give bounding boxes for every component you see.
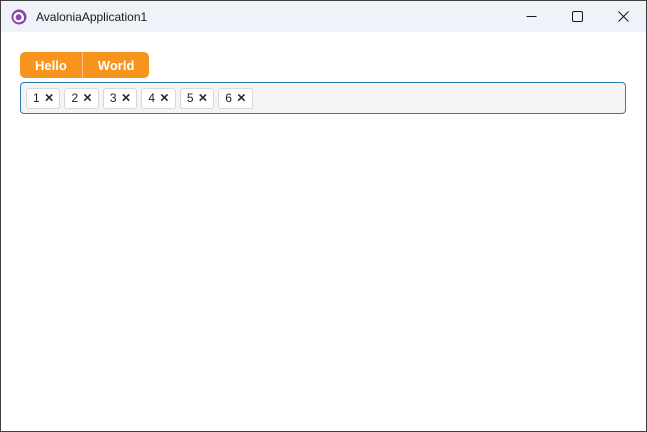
maximize-button[interactable] bbox=[554, 1, 600, 32]
chip[interactable]: 6 × bbox=[218, 87, 253, 109]
close-icon bbox=[617, 11, 629, 22]
window-content: Hello World 1 × 2 × 3 × 4 × 5 × 6 × bbox=[1, 32, 646, 114]
chip[interactable]: 3 × bbox=[102, 87, 138, 109]
app-window: AvaloniaApplication1 Hello World 1 × 2 ×… bbox=[0, 0, 647, 432]
close-button[interactable] bbox=[600, 1, 646, 32]
chip-value: 1 bbox=[33, 91, 40, 105]
tab-label: Hello bbox=[35, 57, 67, 73]
tab-item[interactable]: World bbox=[81, 52, 150, 78]
chip[interactable]: 2 × bbox=[64, 87, 99, 109]
tab-label: World bbox=[97, 57, 135, 73]
chip-remove-icon[interactable]: × bbox=[199, 90, 208, 105]
window-controls bbox=[508, 1, 646, 32]
avalonia-logo-icon bbox=[11, 9, 27, 25]
chip-value: 4 bbox=[148, 91, 156, 105]
chip[interactable]: 5 × bbox=[179, 87, 215, 109]
minimize-button[interactable] bbox=[508, 1, 554, 32]
chip-remove-icon[interactable]: × bbox=[122, 90, 131, 105]
chip-value: 5 bbox=[186, 91, 194, 105]
chip-value: 3 bbox=[109, 91, 117, 105]
chip-value: 6 bbox=[225, 91, 232, 105]
minimize-icon bbox=[526, 11, 537, 22]
titlebar[interactable]: AvaloniaApplication1 bbox=[1, 1, 646, 32]
chip-remove-icon[interactable]: × bbox=[45, 90, 54, 105]
chips-input-field[interactable]: 1 × 2 × 3 × 4 × 5 × 6 × bbox=[20, 82, 626, 114]
chip-value: 2 bbox=[71, 91, 79, 105]
window-title: AvaloniaApplication1 bbox=[36, 9, 148, 24]
chip[interactable]: 4 × bbox=[141, 87, 176, 109]
chip-remove-icon[interactable]: × bbox=[83, 90, 92, 105]
chip-remove-icon[interactable]: × bbox=[160, 90, 169, 105]
tabstrip: Hello World bbox=[20, 52, 150, 78]
maximize-icon bbox=[571, 11, 583, 22]
chip[interactable]: 1 × bbox=[26, 87, 61, 109]
chip-remove-icon[interactable]: × bbox=[237, 90, 246, 105]
tab-item[interactable]: Hello bbox=[20, 52, 82, 78]
